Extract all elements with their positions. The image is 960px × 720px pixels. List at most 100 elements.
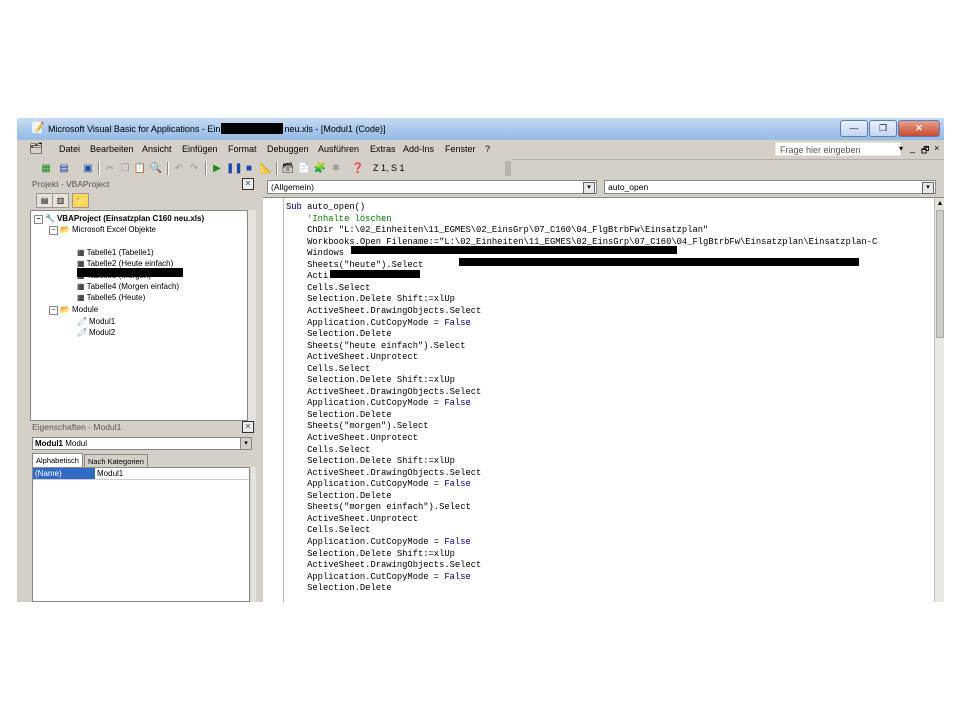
procedure-combo[interactable]: auto_open ▾	[604, 180, 936, 194]
code-line[interactable]: Application.CutCopyMode = False	[286, 572, 471, 583]
scroll-thumb[interactable]	[936, 210, 944, 338]
excel-icon[interactable]: 🗂	[29, 143, 43, 156]
code-line[interactable]: Sheets("morgen einfach").Select	[286, 502, 471, 513]
scroll-up-icon[interactable]: ▲	[935, 198, 944, 209]
tab-nach-kategorien[interactable]: Nach Kategorien	[84, 454, 148, 468]
properties-scrollbar[interactable]	[251, 467, 256, 602]
tree-node-modules[interactable]: − 📂 Module	[49, 304, 98, 315]
code-line[interactable]: Selection.Delete	[286, 491, 391, 502]
chevron-down-icon[interactable]: ▾	[240, 438, 251, 449]
code-line[interactable]: 'Inhalte löschen	[286, 214, 391, 225]
pause-icon[interactable]: ❚❚	[226, 162, 243, 175]
tree-node-sheet[interactable]: ▦ Tabelle4 (Morgen einfach)	[77, 281, 179, 292]
toggle-folders-icon[interactable]: 📁	[72, 193, 89, 208]
mdi-restore-button[interactable]: 🗗	[921, 143, 929, 159]
tree-node-module[interactable]: 🧷 Modul1	[77, 316, 115, 327]
menu-ansicht[interactable]: Ansicht	[142, 144, 172, 154]
view-excel-icon[interactable]: ▦	[39, 162, 53, 175]
chevron-down-icon[interactable]: ▾	[922, 182, 934, 194]
mdi-minimize-button[interactable]: _	[910, 143, 915, 153]
restore-button[interactable]: ❐	[869, 120, 897, 137]
collapse-icon[interactable]: −	[49, 306, 58, 315]
property-value[interactable]: Modul1	[97, 468, 123, 479]
menu-extras[interactable]: Extras	[370, 144, 396, 154]
code-line[interactable]: Sub auto_open()	[286, 202, 365, 213]
paste-icon[interactable]: 📋	[133, 162, 147, 175]
code-line[interactable]: Application.CutCopyMode = False	[286, 318, 471, 329]
project-panel-scrollbar[interactable]	[248, 210, 256, 421]
property-row[interactable]: (Name) Modul1	[33, 468, 249, 480]
code-line[interactable]: Selection.Delete	[286, 583, 391, 594]
minimize-button[interactable]: —	[840, 120, 868, 137]
redo-icon[interactable]: ↷	[187, 162, 201, 175]
code-line[interactable]: Selection.Delete Shift:=xlUp	[286, 456, 455, 467]
menu-add-ins[interactable]: Add-Ins	[403, 144, 434, 154]
help-search-input[interactable]: Frage hier eingeben	[775, 142, 901, 156]
object-browser-icon[interactable]: 🧩	[313, 162, 327, 175]
vba-app-icon[interactable]: 📝	[31, 122, 45, 135]
object-select[interactable]: Modul1 Modul ▾	[32, 437, 252, 450]
menu-format[interactable]: Format	[228, 144, 257, 154]
insert-module-icon[interactable]: ▤	[57, 162, 71, 175]
code-line[interactable]: Cells.Select	[286, 445, 370, 456]
toolbox-icon[interactable]: ✱	[329, 162, 343, 175]
object-combo[interactable]: (Allgemein) ▾	[267, 180, 597, 194]
menu-datei[interactable]: Datei	[59, 144, 80, 154]
code-line[interactable]: Acti	[286, 271, 328, 282]
code-line[interactable]: ActiveSheet.Unprotect	[286, 352, 418, 363]
code-line[interactable]: ActiveSheet.DrawingObjects.Select	[286, 468, 481, 479]
close-button[interactable]: ✕	[898, 120, 940, 137]
code-line[interactable]: Selection.Delete	[286, 329, 391, 340]
mdi-close-button[interactable]: ×	[934, 143, 939, 153]
menu-ausfuehren[interactable]: Ausführen	[318, 144, 359, 154]
run-icon[interactable]: ▶	[210, 162, 224, 175]
cut-icon[interactable]: ✂	[103, 162, 117, 175]
code-line[interactable]: Application.CutCopyMode = False	[286, 398, 471, 409]
code-line[interactable]: ActiveSheet.DrawingObjects.Select	[286, 560, 481, 571]
help-icon[interactable]: ❓	[351, 162, 365, 175]
help-dropdown-icon[interactable]: ▾	[899, 144, 903, 153]
tab-alphabetisch[interactable]: Alphabetisch	[32, 453, 83, 468]
properties-window-icon[interactable]: 📄	[297, 162, 311, 175]
tree-node-project[interactable]: − 🔧 VBAProject (Einsatzplan C160 neu.xls)	[34, 213, 204, 224]
code-scrollbar[interactable]: ▲	[934, 198, 944, 602]
tree-node-sheet[interactable]: ▦ Tabelle1 (Tabelle1)	[77, 247, 154, 258]
save-icon[interactable]: ▣	[81, 162, 95, 175]
properties-panel-close-icon[interactable]: ✕	[242, 421, 254, 433]
view-object-icon[interactable]: ▥	[52, 193, 69, 208]
code-line[interactable]: Sheets("morgen").Select	[286, 421, 428, 432]
code-line[interactable]: Application.CutCopyMode = False	[286, 537, 471, 548]
title-bar[interactable]: 📝 Microsoft Visual Basic for Application…	[17, 118, 944, 141]
code-line[interactable]: ActiveSheet.Unprotect	[286, 433, 418, 444]
tree-node-sheet[interactable]: ▦ Tabelle5 (Heute)	[77, 292, 145, 303]
code-line[interactable]: ChDir "L:\02_Einheiten\11_EGMES\02_EinsG…	[286, 225, 708, 236]
menu-debuggen[interactable]: Debuggen	[267, 144, 309, 154]
project-explorer-icon[interactable]: 🗃	[281, 162, 295, 175]
tree-node-sheet[interactable]: ▦ Tabelle3 (Morgen)	[77, 270, 151, 281]
tree-node-excel-objects[interactable]: − 📂 Microsoft Excel Objekte	[49, 224, 156, 235]
stop-icon[interactable]: ■	[242, 162, 256, 175]
code-line[interactable]: Selection.Delete Shift:=xlUp	[286, 294, 455, 305]
project-panel-close-icon[interactable]: ✕	[242, 178, 254, 190]
tree-node-sheet[interactable]: ▦ Tabelle2 (Heute einfach)	[77, 258, 173, 269]
code-line[interactable]: ActiveSheet.DrawingObjects.Select	[286, 306, 481, 317]
code-line[interactable]: Selection.Delete	[286, 410, 391, 421]
code-line[interactable]: Sheets("heute einfach").Select	[286, 341, 465, 352]
menu-fenster[interactable]: Fenster	[445, 144, 476, 154]
menu-help[interactable]: ?	[485, 144, 490, 154]
tree-node-module[interactable]: 🧷 Modul2	[77, 327, 115, 338]
code-line[interactable]: ActiveSheet.DrawingObjects.Select	[286, 387, 481, 398]
code-line[interactable]: Cells.Select	[286, 364, 370, 375]
find-icon[interactable]: 🔍	[149, 162, 163, 175]
code-line[interactable]: Application.CutCopyMode = False	[286, 479, 471, 490]
code-line[interactable]: Cells.Select	[286, 283, 370, 294]
view-code-icon[interactable]: ▤	[36, 193, 53, 208]
code-line[interactable]: Windows	[286, 248, 344, 259]
design-mode-icon[interactable]: 📐	[259, 162, 273, 175]
code-line[interactable]: Cells.Select	[286, 525, 370, 536]
code-line[interactable]: Selection.Delete Shift:=xlUp	[286, 549, 455, 560]
undo-icon[interactable]: ↶	[172, 162, 186, 175]
menu-einfuegen[interactable]: Einfügen	[182, 144, 218, 154]
code-editor[interactable]: Sub auto_open() 'Inhalte löschen ChDir "…	[263, 197, 944, 602]
code-line[interactable]: Selection.Delete Shift:=xlUp	[286, 375, 455, 386]
